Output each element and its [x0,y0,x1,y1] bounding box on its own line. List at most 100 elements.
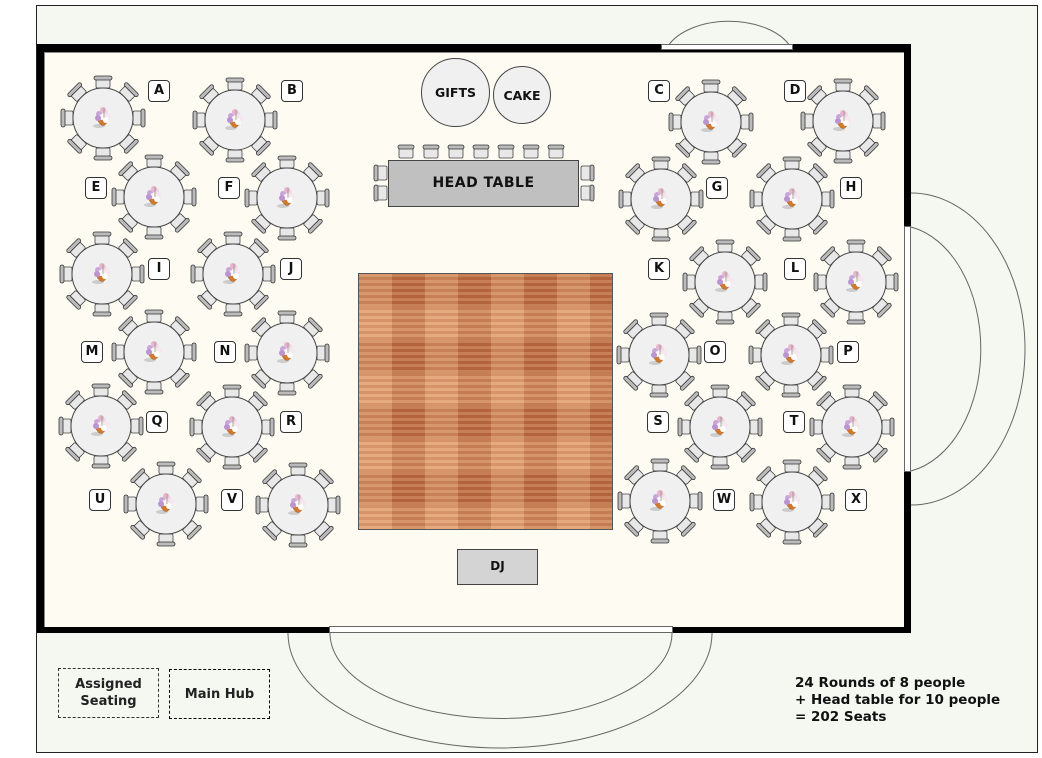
table-label-a: A [148,80,170,102]
chair-icon [277,155,297,169]
chair-icon [144,226,164,240]
table-label-s: S [647,411,669,433]
round-table-l[interactable] [813,239,899,325]
round-table-v[interactable] [255,462,341,548]
seat-summary: 24 Rounds of 8 people + Head table for 1… [795,675,1000,726]
chair-icon [111,342,125,362]
round-table-d[interactable] [800,78,886,164]
chair-icon [288,534,308,548]
chair-icon [183,342,197,362]
chair-icon [842,456,862,470]
round-table-i[interactable] [59,231,145,317]
chair-icon [821,189,835,209]
chair-icon [710,384,730,398]
round-table-c[interactable] [668,79,754,165]
table-label-b: B [281,80,303,102]
main-hub-legend[interactable]: Main Hub [169,669,270,719]
chair-icon [130,416,144,436]
main-hub-text: Main Hub [184,686,255,702]
chair-icon [715,311,735,325]
round-table-r[interactable] [189,384,275,470]
round-table-t[interactable] [809,384,895,470]
chair-icon [651,228,671,242]
chair-icon [690,189,704,209]
round-table-j[interactable] [190,231,276,317]
chair-icon [277,382,297,396]
round-table-b[interactable] [192,77,278,163]
round-table-s[interactable] [677,384,763,470]
chair-icon [277,227,297,241]
round-table-g[interactable] [618,156,704,242]
chair-icon [833,150,853,164]
round-table-m[interactable] [111,309,197,395]
chair-icon [715,239,735,253]
assigned-seating-text: Assigned Seating [75,677,142,709]
table-label-g: G [706,177,728,199]
table-label-q: Q [146,411,168,433]
floor-plan-canvas: GIFTS CAKE HEAD TABLE DJ ABCDEFGHIJKLMNO… [0,0,1042,758]
table-label-w: W [713,489,735,511]
round-table-f[interactable] [244,155,330,241]
chair-icon [190,264,204,284]
chair-icon [91,383,111,397]
table-label-i: I [148,258,170,280]
chair-icon [92,231,112,245]
chair-icon [650,530,670,544]
summary-line-1: 24 Rounds of 8 people [795,675,966,691]
chair-icon [748,345,762,365]
chair-icon [749,492,763,512]
round-table-n[interactable] [244,310,330,396]
round-table-o[interactable] [616,312,702,398]
chair-icon [885,272,899,292]
assigned-seating-legend[interactable]: Assigned Seating [58,668,159,718]
table-label-p: P [837,341,859,363]
chair-icon [60,108,74,128]
chair-icon [813,272,827,292]
chair-icon [316,343,330,363]
round-tables [58,75,899,548]
chair-icon [809,417,823,437]
chair-icon [682,272,696,292]
table-label-k: K [648,258,670,280]
chair-icon [327,495,341,515]
table-label-o: O [704,341,726,363]
chair-icon [754,272,768,292]
round-table-x[interactable] [749,459,835,545]
round-table-p[interactable] [748,312,834,398]
chair-icon [111,187,125,207]
table-label-x: X [845,489,867,511]
summary-line-2: + Head table for 10 people [795,692,1001,708]
chair-icon [781,384,801,398]
chair-icon [255,495,269,515]
chair-icon [677,417,691,437]
chair-icon [223,303,243,317]
round-table-a[interactable] [60,75,146,161]
chair-icon [156,533,176,547]
chair-icon [277,310,297,324]
round-table-h[interactable] [749,156,835,242]
chair-icon [846,239,866,253]
chair-icon [261,417,275,437]
chair-icon [617,491,631,511]
table-label-m: M [81,341,103,363]
chair-icon [189,417,203,437]
round-table-e[interactable] [111,154,197,240]
table-label-u: U [89,489,111,511]
chair-icon [183,187,197,207]
chair-icon [59,264,73,284]
chair-icon [846,311,866,325]
chair-icon [650,458,670,472]
round-table-u[interactable] [123,461,209,547]
table-label-r: R [280,411,302,433]
chair-icon [842,384,862,398]
round-table-w[interactable] [617,458,703,544]
table-label-l: L [784,258,806,280]
table-label-c: C [648,80,670,102]
chair-icon [192,110,206,130]
chair-icon [92,303,112,317]
round-table-k[interactable] [682,239,768,325]
chair-icon [782,459,802,473]
round-table-q[interactable] [58,383,144,469]
table-label-t: T [783,411,805,433]
chair-icon [156,461,176,475]
